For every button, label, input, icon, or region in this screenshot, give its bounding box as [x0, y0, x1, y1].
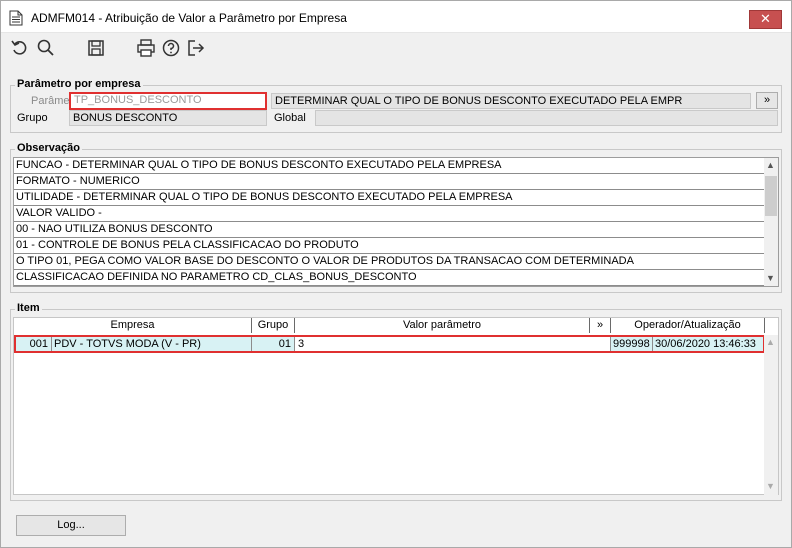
- expand-parametro-button[interactable]: »: [756, 92, 778, 109]
- grupo-field: BONUS DESCONTO: [69, 110, 267, 126]
- observacao-section-title: Observação: [15, 142, 82, 154]
- grupo-label: Grupo: [17, 112, 48, 124]
- undo-icon[interactable]: [10, 38, 30, 58]
- observacao-textarea[interactable]: FUNCAO - DETERMINAR QUAL O TIPO DE BONUS…: [13, 157, 779, 287]
- observacao-line: UTILIDADE - DETERMINAR QUAL O TIPO DE BO…: [14, 190, 765, 206]
- observacao-line: CLASSIFICACAO DEFINIDA NO PARAMETRO CD_C…: [14, 270, 765, 286]
- scrollbar-thumb[interactable]: [765, 176, 777, 216]
- chevron-up-icon[interactable]: ▲: [766, 337, 775, 347]
- item-section-title: Item: [15, 302, 42, 314]
- document-icon: [9, 10, 23, 26]
- help-icon[interactable]: [161, 38, 181, 58]
- item-grid: Empresa Grupo Valor parâmetro » Operador…: [13, 317, 779, 495]
- window-title: ADMFM014 - Atribuição de Valor a Parâmet…: [31, 11, 347, 25]
- double-chevron-right-icon: »: [596, 319, 604, 331]
- observacao-line: FORMATO - NUMERICO: [14, 174, 765, 190]
- global-field: [315, 110, 778, 126]
- header-expand-button[interactable]: »: [590, 318, 611, 333]
- cell-atualizacao: 30/06/2020 13:46:33: [655, 338, 756, 350]
- save-icon[interactable]: [86, 38, 106, 58]
- log-button[interactable]: Log...: [16, 515, 126, 536]
- observacao-scrollbar[interactable]: ▲ ▼: [764, 158, 778, 286]
- app-window: ADMFM014 - Atribuição de Valor a Parâmet…: [0, 0, 792, 548]
- cell-operador: 999998: [611, 337, 653, 351]
- cell-codigo: 001: [16, 337, 52, 351]
- title-bar: ADMFM014 - Atribuição de Valor a Parâmet…: [1, 1, 791, 33]
- chevron-down-icon[interactable]: ▼: [766, 273, 775, 283]
- observacao-line: VALOR VALIDO -: [14, 206, 765, 222]
- table-row[interactable]: 001 PDV - TOTVS MODA (V - PR) 01 3 99999…: [14, 335, 765, 353]
- cell-empresa: PDV - TOTVS MODA (V - PR): [52, 337, 252, 351]
- parametro-input[interactable]: TP_BONUS_DESCONTO: [69, 92, 267, 110]
- cell-grupo: 01: [252, 337, 295, 351]
- chevron-down-icon[interactable]: ▼: [766, 481, 775, 491]
- global-label: Global: [274, 112, 306, 124]
- double-chevron-right-icon: »: [763, 94, 771, 106]
- parametro-section-title: Parâmetro por empresa: [15, 78, 143, 90]
- parametro-description-field: DETERMINAR QUAL O TIPO DE BONUS DESCONTO…: [271, 93, 751, 109]
- header-operador-atualizacao[interactable]: Operador/Atualização: [611, 318, 765, 333]
- chevron-up-icon[interactable]: ▲: [766, 160, 775, 170]
- print-icon[interactable]: [136, 38, 156, 58]
- header-valor-parametro[interactable]: Valor parâmetro: [295, 318, 590, 333]
- observacao-line: 00 - NAO UTILIZA BONUS DESCONTO: [14, 222, 765, 238]
- item-grid-scrollbar[interactable]: ▲ ▼: [764, 335, 778, 495]
- header-grupo[interactable]: Grupo: [252, 318, 295, 333]
- observacao-line: FUNCAO - DETERMINAR QUAL O TIPO DE BONUS…: [14, 158, 765, 174]
- cell-valor-parametro[interactable]: 3: [295, 337, 611, 351]
- toolbar: [1, 34, 791, 62]
- search-icon[interactable]: [36, 38, 56, 58]
- close-icon: ✕: [760, 11, 771, 26]
- observacao-line: 01 - CONTROLE DE BONUS PELA CLASSIFICACA…: [14, 238, 765, 254]
- header-empresa[interactable]: Empresa: [14, 318, 252, 333]
- observacao-line: O TIPO 01, PEGA COMO VALOR BASE DO DESCO…: [14, 254, 765, 270]
- close-button[interactable]: ✕: [749, 10, 782, 29]
- exit-icon[interactable]: [186, 38, 206, 58]
